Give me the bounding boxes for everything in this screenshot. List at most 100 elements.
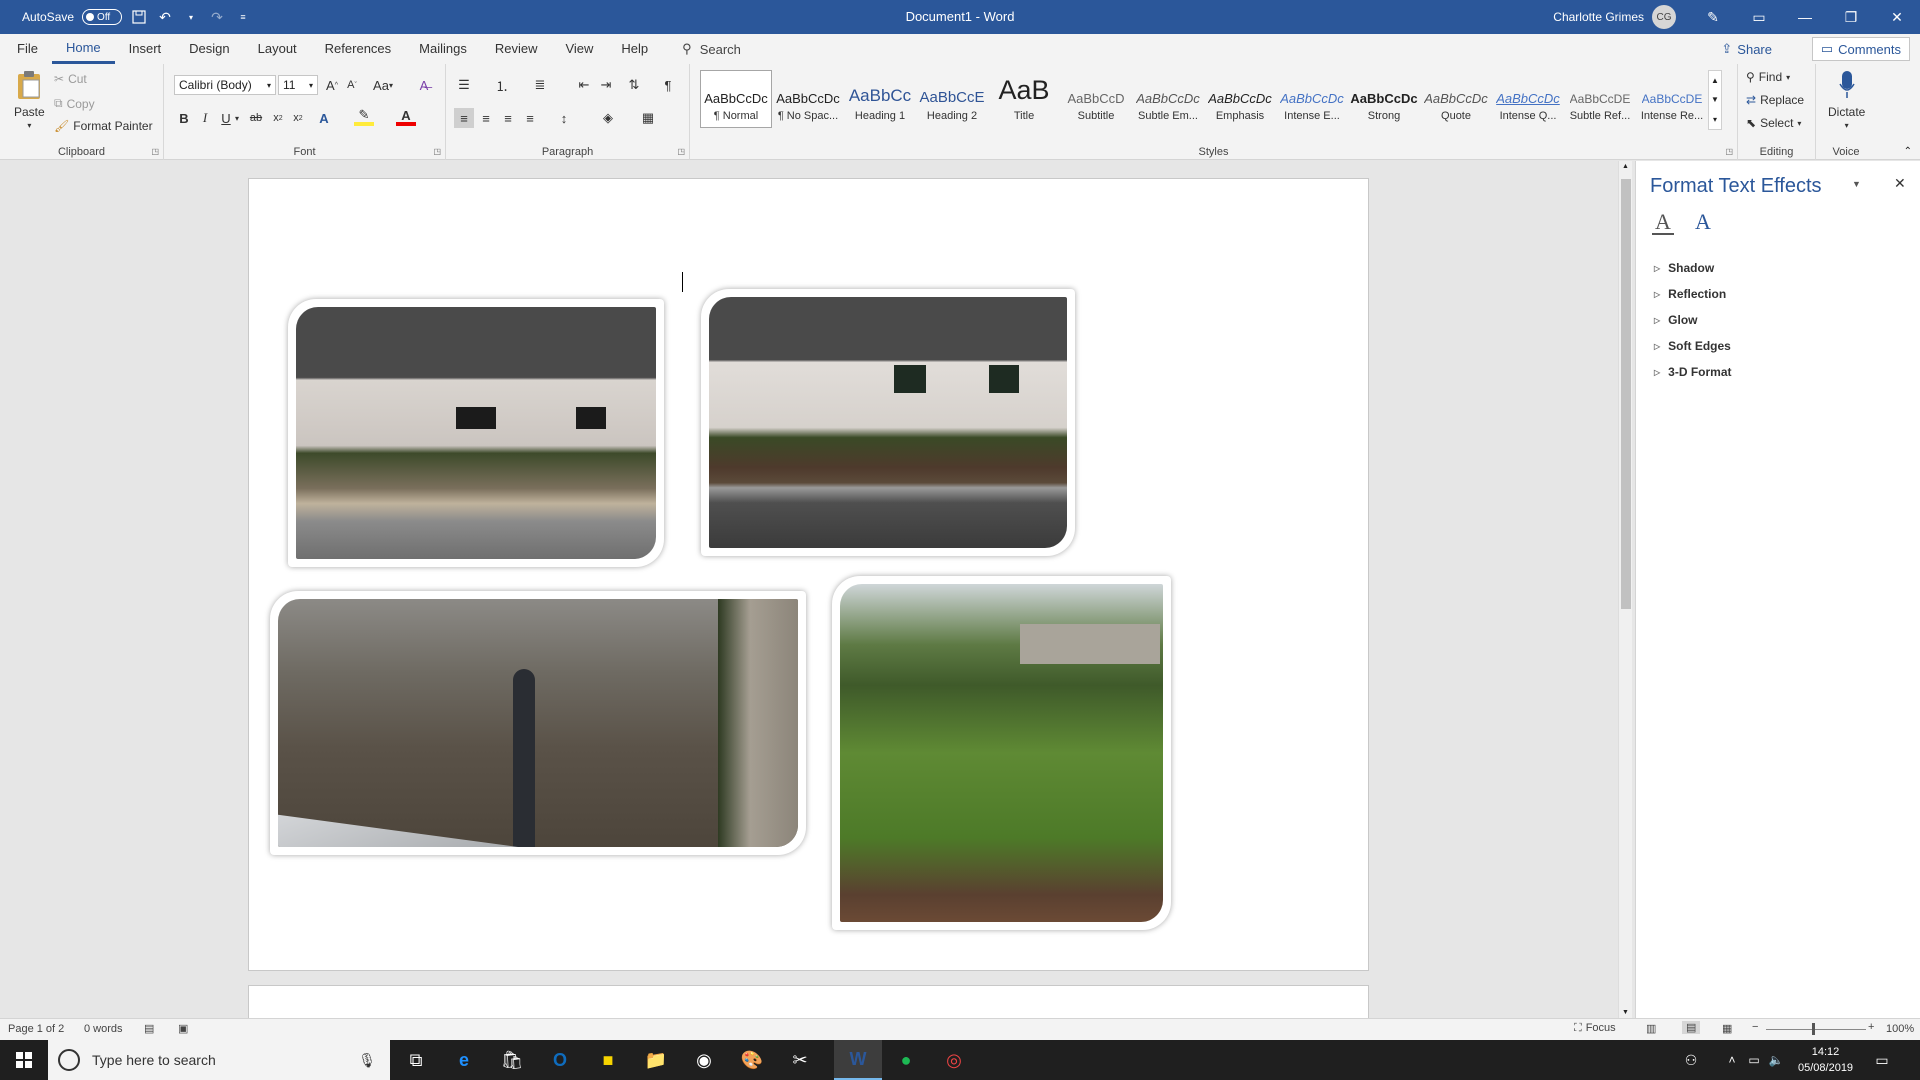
strikethrough-icon[interactable]: ab (246, 108, 266, 128)
justify-icon[interactable]: ≡ (520, 108, 540, 128)
style-subtitle[interactable]: AaBbCcD Subtitle (1060, 70, 1132, 128)
text-effects-icon[interactable]: A (1692, 209, 1714, 235)
style-intense-emphasis[interactable]: AaBbCcDc Intense E... (1276, 70, 1348, 128)
user-name[interactable]: Charlotte Grimes (1553, 10, 1644, 24)
outlook-icon[interactable]: O (536, 1040, 584, 1080)
numbering-icon[interactable]: ⒈ (492, 75, 512, 95)
tab-review[interactable]: Review (481, 34, 552, 64)
style-emphasis[interactable]: AaBbCcDc Emphasis (1204, 70, 1276, 128)
shrink-font-icon[interactable]: Aˇ (342, 75, 362, 95)
garden-photo-4[interactable] (832, 576, 1171, 930)
document-page-2[interactable] (248, 985, 1369, 1018)
tab-insert[interactable]: Insert (115, 34, 176, 64)
read-mode-icon[interactable]: ▥ (1646, 1022, 1656, 1035)
zoom-slider[interactable] (1766, 1029, 1866, 1030)
task-view-icon[interactable]: ⧉ (392, 1040, 440, 1080)
subscript-icon[interactable]: x2 (268, 108, 288, 128)
replace-button[interactable]: ⇄ Replace (1746, 93, 1804, 107)
tab-design[interactable]: Design (175, 34, 243, 64)
clear-formatting-icon[interactable]: A̶ (414, 75, 434, 95)
section-glow[interactable]: ▷ Glow (1654, 313, 1698, 327)
snip-icon[interactable]: ✂ (776, 1040, 824, 1080)
volume-icon[interactable]: 🔈 (1766, 1040, 1786, 1080)
taskbar-search[interactable]: Type here to search 🎙 (48, 1040, 390, 1080)
style-heading-1[interactable]: AaBbCc Heading 1 (844, 70, 916, 128)
dialog-launcher-icon[interactable]: ◳ (433, 147, 441, 156)
align-left-icon[interactable]: ≡ (454, 108, 474, 128)
collapse-ribbon-icon[interactable]: ⌃ (1904, 146, 1912, 157)
file-explorer-icon[interactable]: 📁 (632, 1040, 680, 1080)
sort-icon[interactable]: ⇅ (624, 75, 644, 95)
share-button[interactable]: ⇪ Share (1713, 37, 1780, 61)
comments-button[interactable]: ▭ Comments (1811, 37, 1910, 61)
scroll-down-icon[interactable]: ▼ (1622, 1009, 1629, 1016)
avatar[interactable]: CG (1652, 5, 1676, 29)
section-3d-format[interactable]: ▷ 3-D Format (1654, 365, 1732, 379)
line-spacing-icon[interactable]: ↕ (554, 108, 574, 128)
app-icon[interactable]: ◉ (680, 1040, 728, 1080)
decrease-indent-icon[interactable]: ⇤ (574, 75, 594, 95)
minimize-icon[interactable]: — (1782, 0, 1828, 34)
save-icon[interactable] (130, 8, 148, 26)
page-count[interactable]: Page 1 of 2 (8, 1023, 64, 1035)
show-formatting-marks-icon[interactable]: ¶ (658, 75, 678, 95)
close-icon[interactable]: ✕ (1894, 175, 1906, 192)
style-no-spacing[interactable]: AaBbCcDc ¶ No Spac... (772, 70, 844, 128)
redo-icon[interactable]: ↷ (208, 8, 226, 26)
pen-icon[interactable]: ✎ (1690, 0, 1736, 34)
tab-home[interactable]: Home (51, 34, 115, 64)
style-quote[interactable]: AaBbCcDc Quote (1420, 70, 1492, 128)
text-effects-icon[interactable]: A (314, 108, 334, 128)
text-fill-outline-icon[interactable]: A (1652, 209, 1674, 235)
word-icon[interactable]: W (834, 1040, 882, 1080)
undo-icon[interactable]: ↶ (156, 8, 174, 26)
multilevel-list-icon[interactable]: ≣ (530, 75, 550, 95)
print-layout-icon[interactable]: ▤ (1682, 1021, 1701, 1034)
store-icon[interactable]: 🛍 (488, 1040, 536, 1080)
chevron-up-icon[interactable]: ▲ (1711, 76, 1719, 85)
style-intense-quote[interactable]: AaBbCcDc Intense Q... (1492, 70, 1564, 128)
zoom-in-icon[interactable]: + (1868, 1021, 1874, 1033)
tell-me-search[interactable]: ⚲ Search (682, 41, 741, 57)
grow-font-icon[interactable]: A ^ (322, 75, 342, 95)
customize-qat-icon[interactable]: ≡ (234, 8, 252, 26)
focus-button[interactable]: ⛶ Focus (1574, 1022, 1616, 1035)
macro-icon[interactable]: ▣ (178, 1022, 188, 1035)
autosave-toggle[interactable]: Off (82, 9, 123, 25)
bullets-icon[interactable]: ☰ (454, 75, 474, 95)
microphone-icon[interactable]: 🎙 (358, 1052, 376, 1069)
borders-icon[interactable]: ▦ (638, 108, 658, 128)
sticky-notes-icon[interactable]: ■ (584, 1040, 632, 1080)
increase-indent-icon[interactable]: ⇥ (596, 75, 616, 95)
font-size-combo[interactable]: 11 ▾ (278, 75, 318, 95)
cut-button[interactable]: ✂ Cut (54, 72, 87, 86)
style-title[interactable]: AaB Title (988, 70, 1060, 128)
zoom-out-icon[interactable]: − (1752, 1021, 1758, 1033)
tab-mailings[interactable]: Mailings (405, 34, 481, 64)
network-icon[interactable]: ▭ (1744, 1040, 1764, 1080)
change-case-button[interactable]: Aa ▾ (368, 75, 398, 95)
style-normal[interactable]: AaBbCcDc ¶ Normal (700, 70, 772, 128)
tab-view[interactable]: View (551, 34, 607, 64)
spotify-icon[interactable]: ● (882, 1040, 930, 1080)
style-subtle-emphasis[interactable]: AaBbCcDc Subtle Em... (1132, 70, 1204, 128)
section-soft-edges[interactable]: ▷ Soft Edges (1654, 339, 1731, 353)
scroll-up-icon[interactable]: ▲ (1622, 163, 1629, 170)
people-icon[interactable]: ⚇ (1676, 1040, 1706, 1080)
vertical-scrollbar[interactable]: ▲ ▼ (1618, 161, 1632, 1018)
bold-icon[interactable]: B (174, 108, 194, 128)
windows-start-icon[interactable] (0, 1040, 48, 1080)
tab-references[interactable]: References (311, 34, 405, 64)
word-count[interactable]: 0 words (84, 1023, 123, 1035)
font-color-icon[interactable]: A (396, 108, 416, 126)
align-center-icon[interactable]: ≡ (476, 108, 496, 128)
dialog-launcher-icon[interactable]: ◳ (151, 147, 159, 156)
proofing-icon[interactable]: ▤ (144, 1022, 154, 1035)
garden-photo-2[interactable] (701, 289, 1075, 556)
highlight-icon[interactable]: ✎ (354, 107, 374, 126)
style-strong[interactable]: AaBbCcDc Strong (1348, 70, 1420, 128)
align-right-icon[interactable]: ≡ (498, 108, 518, 128)
style-heading-2[interactable]: AaBbCcE Heading 2 (916, 70, 988, 128)
chevron-down-icon[interactable]: ▼ (1711, 95, 1719, 104)
dropdown-arrow-icon[interactable]: ▾ (182, 8, 200, 26)
